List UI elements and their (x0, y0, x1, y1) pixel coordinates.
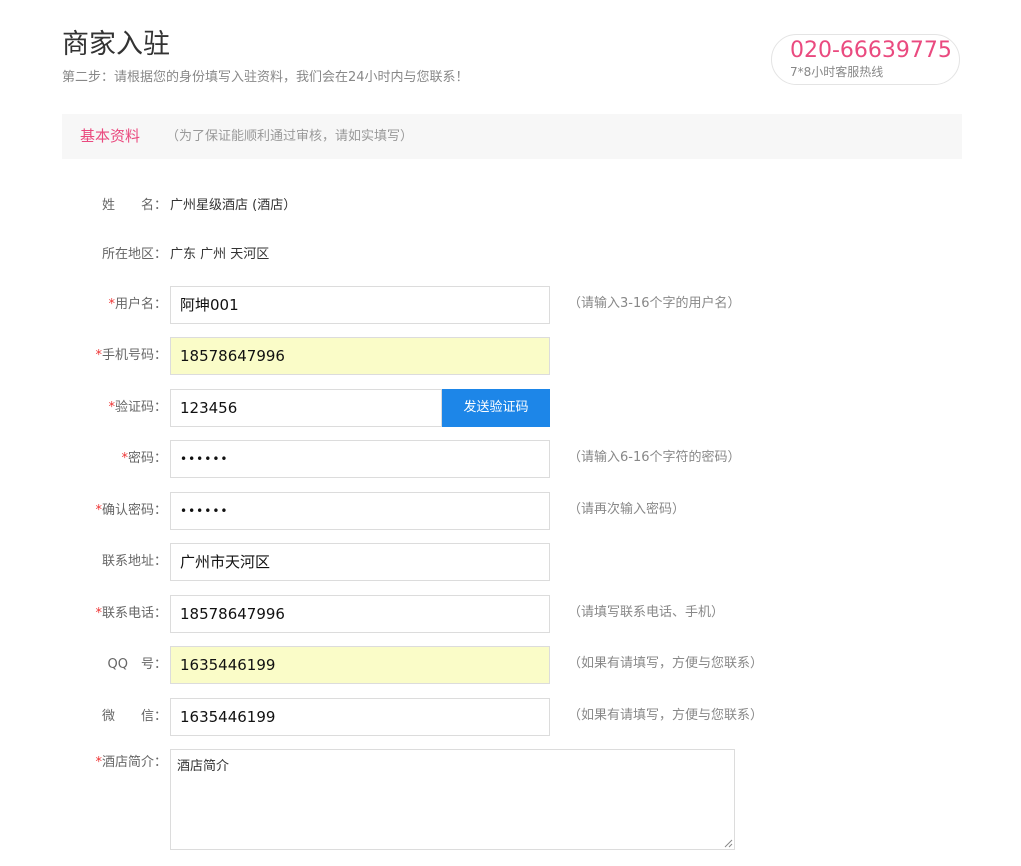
mobile-label-text: 手机号码： (101, 348, 167, 363)
password-input[interactable]: •••••• (170, 440, 550, 478)
region-value: 广东 广州 天河区 (170, 247, 270, 262)
username-label: *用户名： (108, 297, 167, 313)
section-note: （为了保证能顺利通过审核，请如实填写） (166, 129, 414, 144)
captcha-label-text: 验证码： (114, 400, 167, 415)
qq-label: QQ 号： (107, 657, 167, 672)
confirm-password-input[interactable]: •••••• (170, 492, 550, 530)
wechat-hint: （如果有请填写，方便与您联系） (568, 708, 764, 723)
captcha-input[interactable]: 123456 (170, 389, 442, 427)
username-input[interactable]: 阿坤001 (170, 286, 550, 324)
hotline-label: 7*8小时客服热线 (790, 65, 884, 79)
send-captcha-button[interactable]: 发送验证码 (442, 389, 550, 427)
captcha-label: *验证码： (108, 400, 167, 416)
qq-input[interactable]: 1635446199 (170, 646, 550, 684)
mobile-label: *手机号码： (95, 348, 167, 364)
phone-hint: （请填写联系电话、手机） (568, 605, 725, 620)
page-title: 商家入驻 (62, 29, 170, 60)
password-label-text: 密码： (127, 451, 167, 466)
merchant-signup-page: 商家入驻 第二步：请根据您的身份填写入驻资料，我们会在24小时内与您联系！ 02… (0, 0, 1021, 866)
resize-grip-icon[interactable] (724, 839, 733, 848)
section-header: 基本资料 （为了保证能顺利通过审核，请如实填写） (62, 114, 962, 159)
region-label: 所在地区： (101, 247, 167, 262)
name-label: 姓 名： (101, 198, 167, 213)
username-label-text: 用户名： (114, 297, 167, 312)
password-hint: （请输入6-16个字符的密码） (568, 450, 741, 465)
phone-label: *联系电话： (95, 606, 167, 622)
username-hint: （请输入3-16个字的用户名） (568, 296, 741, 311)
password-label: *密码： (121, 451, 167, 467)
qq-hint: （如果有请填写，方便与您联系） (568, 656, 764, 671)
phone-label-text: 联系电话： (101, 606, 167, 621)
name-value: 广州星级酒店 (酒店） (170, 198, 297, 213)
address-label: 联系地址： (101, 554, 167, 569)
confirm-password-hint: （请再次输入密码） (568, 502, 686, 517)
hotline-box: 020-66639775 7*8小时客服热线 (771, 34, 960, 85)
confirm-password-label-text: 确认密码： (101, 503, 167, 518)
mobile-input[interactable]: 18578647996 (170, 337, 550, 375)
phone-input[interactable]: 18578647996 (170, 595, 550, 633)
intro-label: *酒店简介： (95, 755, 167, 771)
page-subtitle: 第二步：请根据您的身份填写入驻资料，我们会在24小时内与您联系！ (62, 70, 469, 85)
hotel-intro-textarea[interactable]: 酒店简介 (170, 749, 735, 850)
confirm-password-label: *确认密码： (95, 503, 167, 519)
address-input[interactable]: 广州市天河区 (170, 543, 550, 581)
wechat-input[interactable]: 1635446199 (170, 698, 550, 736)
section-title: 基本资料 (80, 127, 141, 145)
intro-label-text: 酒店简介： (101, 755, 167, 770)
wechat-label: 微 信： (101, 709, 167, 724)
hotel-intro-text: 酒店简介 (177, 759, 230, 774)
hotline-number: 020-66639775 (790, 38, 952, 63)
